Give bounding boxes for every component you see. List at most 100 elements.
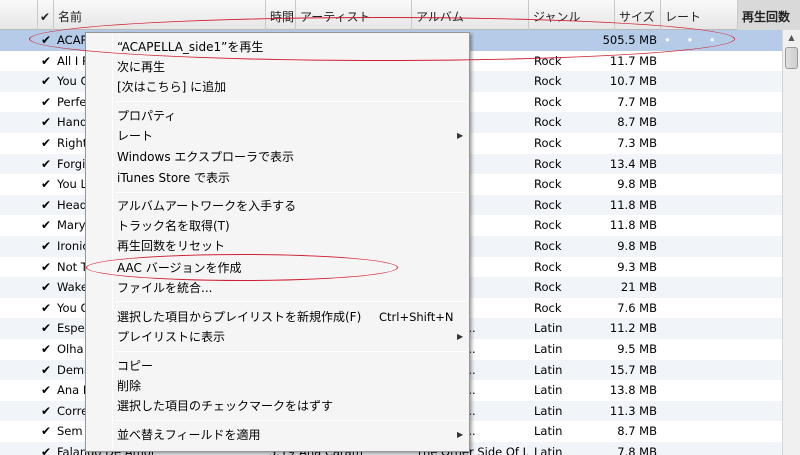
track-checkbox[interactable]: ✔ [41, 442, 53, 455]
track-size: 8.7 MB [617, 115, 657, 130]
menu-item-delete[interactable]: 削除 [117, 376, 467, 396]
menu-item-rating[interactable]: レート ▶ [117, 126, 467, 146]
track-checkbox[interactable]: ✔ [41, 298, 53, 319]
track-size: 13.8 MB [609, 383, 657, 398]
track-rating[interactable] [664, 298, 734, 319]
track-size: 11.3 MB [609, 403, 657, 418]
track-rating[interactable] [664, 277, 734, 298]
track-checkbox[interactable]: ✔ [41, 133, 53, 154]
track-checkbox[interactable]: ✔ [41, 236, 53, 257]
header-check-column[interactable]: ✔ [38, 0, 54, 30]
track-checkbox[interactable]: ✔ [41, 195, 53, 216]
menu-item-apply-sort[interactable]: 並べ替えフィールドを適用 ▶ [117, 425, 467, 445]
track-size: 505.5 MB [602, 33, 657, 47]
header-size-column[interactable]: サイズ [615, 0, 661, 30]
track-checkbox[interactable]: ✔ [41, 277, 53, 298]
menu-item-play[interactable]: “ACAPELLA_side1”を再生 [117, 37, 467, 57]
menu-item-reset-plays[interactable]: 再生回数をリセット [117, 236, 467, 256]
track-rating[interactable] [664, 154, 734, 175]
track-size: 7.8 MB [617, 444, 657, 455]
header-plays-column[interactable]: 再生回数 [738, 0, 800, 30]
track-checkbox[interactable]: ✔ [41, 30, 53, 51]
track-rating[interactable] [664, 360, 734, 381]
track-rating[interactable] [664, 71, 734, 92]
track-checkbox[interactable]: ✔ [41, 421, 53, 442]
menu-item-apply-sort-label: 並べ替えフィールドを適用 [117, 428, 261, 442]
track-size: 9.8 MB [617, 238, 657, 253]
track-rating[interactable] [664, 257, 734, 278]
menu-gutter [112, 35, 113, 449]
track-rating[interactable] [664, 318, 734, 339]
menu-separator [115, 192, 467, 193]
track-rating[interactable] [664, 442, 734, 455]
track-checkbox[interactable]: ✔ [41, 257, 53, 278]
track-rating[interactable] [664, 133, 734, 154]
menu-item-show-in-store[interactable]: iTunes Store で表示 [117, 168, 467, 188]
shortcut-label: Ctrl+Shift+N [379, 310, 454, 324]
track-checkbox[interactable]: ✔ [41, 401, 53, 422]
context-menu: “ACAPELLA_side1”を再生 次に再生 [次はこちら] に追加 プロパ… [85, 32, 470, 452]
menu-item-get-artwork[interactable]: アルバムアートワークを入手する [117, 196, 467, 216]
track-rating[interactable] [664, 112, 734, 133]
track-checkbox[interactable]: ✔ [41, 92, 53, 113]
track-checkbox[interactable]: ✔ [41, 339, 53, 360]
header-rating-column[interactable]: レート [661, 0, 738, 30]
header-spacer [0, 0, 38, 30]
track-rating[interactable] [664, 236, 734, 257]
track-rating[interactable] [664, 51, 734, 72]
track-size: 9.3 MB [617, 259, 657, 274]
track-rating[interactable] [664, 339, 734, 360]
track-checkbox[interactable]: ✔ [41, 215, 53, 236]
submenu-arrow-icon: ▶ [457, 131, 464, 140]
vertical-scrollbar[interactable]: ▲ [782, 30, 800, 455]
menu-item-show-in-playlist[interactable]: プレイリストに表示 ▶ [117, 327, 467, 347]
menu-item-copy[interactable]: コピー [117, 356, 467, 376]
track-size: 9.8 MB [617, 177, 657, 192]
menu-item-new-playlist[interactable]: 選択した項目からプレイリストを新規作成(F) Ctrl+Shift+N [117, 307, 467, 327]
menu-item-properties[interactable]: プロパティ [117, 106, 467, 126]
track-rating[interactable] [664, 380, 734, 401]
track-size: 21 MB [620, 280, 657, 295]
track-size: 11.8 MB [609, 197, 657, 212]
header-genre-column[interactable]: ジャンル [529, 0, 615, 30]
menu-item-new-playlist-label: 選択した項目からプレイリストを新規作成(F) [117, 310, 362, 324]
track-size: 10.7 MB [609, 74, 657, 89]
scroll-up-arrow-icon[interactable]: ▲ [783, 30, 800, 46]
menu-item-play-next[interactable]: 次に再生 [117, 57, 467, 77]
track-checkbox[interactable]: ✔ [41, 360, 53, 381]
header-name-column[interactable]: 名前 [54, 0, 266, 30]
track-rating[interactable]: • • • • • [664, 30, 734, 51]
menu-item-uncheck[interactable]: 選択した項目のチェックマークをはずす [117, 396, 467, 416]
track-rating[interactable] [664, 195, 734, 216]
track-size: 15.7 MB [609, 362, 657, 377]
track-checkbox[interactable]: ✔ [41, 380, 53, 401]
track-rating[interactable] [664, 215, 734, 236]
track-rating[interactable] [664, 401, 734, 422]
track-size: 11.2 MB [609, 321, 657, 336]
track-rating[interactable] [664, 174, 734, 195]
header-time-column[interactable]: 時間 [266, 0, 296, 30]
menu-separator [115, 351, 467, 352]
submenu-arrow-icon: ▶ [457, 332, 464, 341]
track-size: 8.7 MB [617, 424, 657, 439]
track-checkbox[interactable]: ✔ [41, 318, 53, 339]
header-artist-column[interactable]: アーティスト [296, 0, 412, 30]
track-checkbox[interactable]: ✔ [41, 71, 53, 92]
menu-item-create-aac[interactable]: AAC バージョンを作成 [117, 258, 467, 278]
track-checkbox[interactable]: ✔ [41, 174, 53, 195]
header-album-column[interactable]: アルバム [412, 0, 529, 30]
track-checkbox[interactable]: ✔ [41, 51, 53, 72]
menu-item-get-track-names[interactable]: トラック名を取得(T) [117, 216, 467, 236]
menu-item-consolidate[interactable]: ファイルを統合... [117, 278, 467, 298]
track-checkbox[interactable]: ✔ [41, 154, 53, 175]
menu-separator [115, 301, 467, 302]
menu-separator [115, 101, 467, 102]
menu-item-add-up-next[interactable]: [次はこちら] に追加 [117, 77, 467, 97]
track-checkbox[interactable]: ✔ [41, 112, 53, 133]
track-size: 7.7 MB [617, 94, 657, 109]
scroll-thumb[interactable] [785, 47, 798, 69]
menu-item-show-in-explorer[interactable]: Windows エクスプローラで表示 [117, 147, 467, 167]
track-size: 13.4 MB [609, 156, 657, 171]
track-rating[interactable] [664, 421, 734, 442]
track-rating[interactable] [664, 92, 734, 113]
